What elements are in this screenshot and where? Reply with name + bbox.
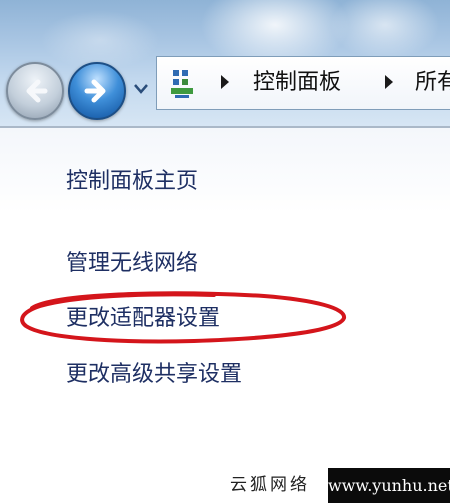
back-button[interactable]	[6, 62, 64, 120]
address-bar[interactable]: 控制面板 所有	[156, 56, 450, 110]
forward-button[interactable]	[68, 62, 126, 120]
breadcrumb-separator-icon[interactable]	[221, 75, 229, 89]
aero-glow	[40, 10, 160, 70]
aero-glow	[330, 0, 440, 60]
link-change-advanced-sharing-settings[interactable]: 更改高级共享设置	[66, 359, 242, 391]
forward-arrow-icon	[84, 79, 106, 103]
chevron-down-icon[interactable]	[133, 82, 149, 96]
highlight-annotation	[20, 291, 346, 344]
control-panel-icon	[171, 70, 193, 98]
task-pane: 控制面板主页 管理无线网络 更改适配器设置 更改高级共享设置	[0, 128, 450, 468]
link-control-panel-home[interactable]: 控制面板主页	[66, 166, 198, 198]
window-title-bar: 控制面板 所有	[0, 0, 450, 128]
breadcrumb-all-items[interactable]: 所有	[415, 67, 450, 99]
breadcrumb-separator-icon[interactable]	[385, 75, 393, 89]
watermark-site-name: 云狐网络	[230, 475, 310, 495]
breadcrumb-control-panel[interactable]: 控制面板	[253, 67, 341, 99]
back-arrow-icon	[26, 79, 48, 103]
watermark-url: www.yunhu.net	[328, 468, 450, 503]
link-manage-wireless-networks[interactable]: 管理无线网络	[66, 248, 198, 280]
